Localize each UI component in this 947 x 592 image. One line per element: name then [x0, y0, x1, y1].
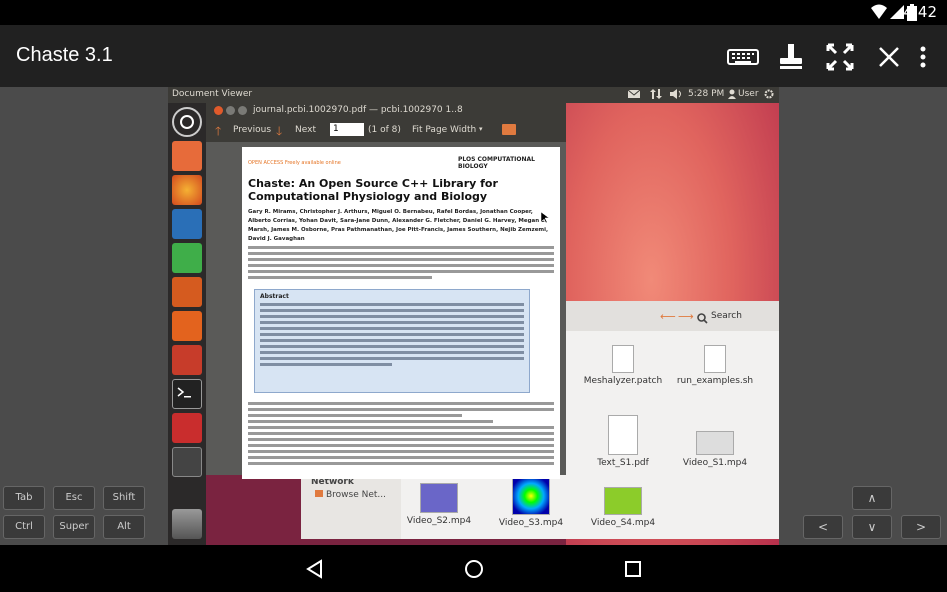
app-bar: Chaste 3.1	[0, 25, 947, 87]
window-titlebar: journal.pcbi.1002970.pdf — pcbi.1002970 …	[206, 103, 566, 118]
window-title: journal.pcbi.1002970.pdf — pcbi.1002970 …	[253, 105, 463, 115]
calc-icon[interactable]	[172, 243, 202, 273]
document-viewer-window: journal.pcbi.1002970.pdf — pcbi.1002970 …	[206, 103, 566, 479]
status-clock: 4:42	[903, 3, 937, 21]
arrow-down-key[interactable]: ∨	[852, 515, 892, 539]
system-settings-icon[interactable]	[172, 345, 202, 375]
navigation-bar	[0, 545, 947, 592]
trash-icon[interactable]	[172, 509, 202, 539]
file-item[interactable]: Video_S4.mp4	[573, 487, 673, 528]
home-icon[interactable]	[464, 559, 484, 583]
mail-icon[interactable]	[627, 89, 641, 102]
file-icon	[704, 345, 726, 373]
search-icon[interactable]	[697, 309, 708, 328]
viewer-toolbar: 🡑 Previous 🡓 Next 1 (1 of 8) Fit Page Wi…	[206, 118, 566, 142]
software-center-icon[interactable]	[172, 311, 202, 341]
super-key[interactable]: Super	[53, 515, 95, 539]
gear-icon[interactable]	[764, 89, 774, 102]
browse-network-item[interactable]: Browse Net...	[301, 487, 401, 500]
folder-icon[interactable]	[502, 124, 516, 135]
chevron-down-icon[interactable]: ▾	[479, 125, 483, 133]
keyboard-icon[interactable]	[727, 42, 759, 72]
terminal-icon[interactable]	[172, 379, 202, 409]
abstract-heading: Abstract	[260, 293, 289, 300]
arrow-up-icon[interactable]: 🡑	[215, 122, 221, 143]
user-icon	[728, 89, 736, 102]
next-button[interactable]: Next	[295, 125, 316, 135]
video-file-icon	[696, 431, 734, 455]
back-arrow-icon[interactable]: ⟵	[660, 310, 676, 323]
file-item[interactable]: run_examples.sh	[665, 345, 765, 386]
close-icon[interactable]	[874, 42, 904, 72]
search-button[interactable]: Search	[711, 311, 742, 321]
paper-body-text	[248, 399, 554, 468]
desktop-top-panel: Document Viewer 5:28 PM User	[168, 87, 779, 103]
paper-title: Chaste: An Open Source C++ Library for C…	[248, 177, 498, 203]
workspace-switcher-icon[interactable]	[172, 447, 202, 477]
paper-authors: Gary R. Mirams, Christopher J. Arthurs, …	[248, 209, 549, 242]
page-number-input[interactable]: 1	[330, 123, 364, 136]
network-pane: Network Browse Net...	[301, 473, 401, 539]
mouse-cursor-icon	[540, 209, 550, 228]
window-maximize-icon[interactable]	[238, 106, 247, 115]
zoom-select[interactable]: Fit Page Width	[412, 125, 476, 135]
page-count: (1 of 8)	[368, 125, 401, 135]
esc-key[interactable]: Esc	[53, 486, 95, 510]
panel-title: Document Viewer	[172, 89, 253, 99]
arrow-left-key[interactable]: <	[803, 515, 843, 539]
arrow-right-key[interactable]: >	[901, 515, 941, 539]
wifi-icon	[870, 4, 888, 24]
journal-logo: PLOS COMPUTATIONAL BIOLOGY	[458, 156, 535, 170]
file-item[interactable]: Meshalyzer.patch	[573, 345, 673, 386]
dash-home-icon[interactable]	[172, 107, 202, 137]
video-file-icon	[604, 487, 642, 515]
arrow-down-icon[interactable]: 🡓	[276, 122, 282, 143]
back-icon[interactable]	[305, 559, 323, 583]
pdf-page[interactable]: OPEN ACCESS Freely available online PLOS…	[242, 147, 560, 479]
alt-key[interactable]: Alt	[103, 515, 145, 539]
shift-key[interactable]: Shift	[103, 486, 145, 510]
video-file-icon	[420, 483, 458, 513]
pdf-file-icon	[608, 415, 638, 455]
file-item[interactable]: Text_S1.pdf	[573, 415, 673, 468]
file-manager-header: ⟵ ⟶ Search	[566, 301, 779, 331]
network-folder-icon	[315, 490, 323, 497]
abstract-box: Abstract	[254, 289, 530, 393]
video-file-icon	[512, 477, 550, 515]
impress-icon[interactable]	[172, 277, 202, 307]
fullscreen-icon[interactable]	[825, 42, 855, 72]
volume-icon[interactable]	[670, 89, 682, 102]
overflow-menu-icon[interactable]	[913, 42, 933, 72]
window-close-icon[interactable]	[214, 106, 223, 115]
recents-icon[interactable]	[624, 560, 642, 582]
file-item[interactable]: Video_S2.mp4	[389, 483, 489, 526]
tab-key[interactable]: Tab	[3, 486, 45, 510]
file-item[interactable]: Video_S1.mp4	[665, 431, 765, 468]
writer-icon[interactable]	[172, 209, 202, 239]
forward-arrow-icon[interactable]: ⟶	[678, 310, 694, 323]
window-minimize-icon[interactable]	[226, 106, 235, 115]
file-item[interactable]: Video_S3.mp4	[481, 477, 581, 528]
arrow-up-key[interactable]: ∧	[852, 486, 892, 510]
ctrl-key[interactable]: Ctrl	[3, 515, 45, 539]
network-icon[interactable]	[650, 89, 662, 102]
remote-desktop[interactable]: Document Viewer 5:28 PM User ⟵ ⟶ Search …	[168, 87, 779, 545]
status-bar: 4:42	[0, 0, 947, 25]
user-menu[interactable]: User	[738, 89, 759, 99]
app-title: Chaste 3.1	[16, 44, 113, 66]
affiliations-block	[248, 243, 554, 282]
document-viewer-launcher-icon[interactable]	[172, 413, 202, 443]
stamp-icon[interactable]	[776, 42, 806, 72]
panel-clock[interactable]: 5:28 PM	[688, 89, 724, 99]
open-access-label: OPEN ACCESS Freely available online	[248, 160, 341, 166]
file-icon	[612, 345, 634, 373]
unity-launcher	[168, 103, 206, 545]
previous-button[interactable]: Previous	[233, 125, 271, 135]
firefox-icon[interactable]	[172, 175, 202, 205]
files-launcher-icon[interactable]	[172, 141, 202, 171]
